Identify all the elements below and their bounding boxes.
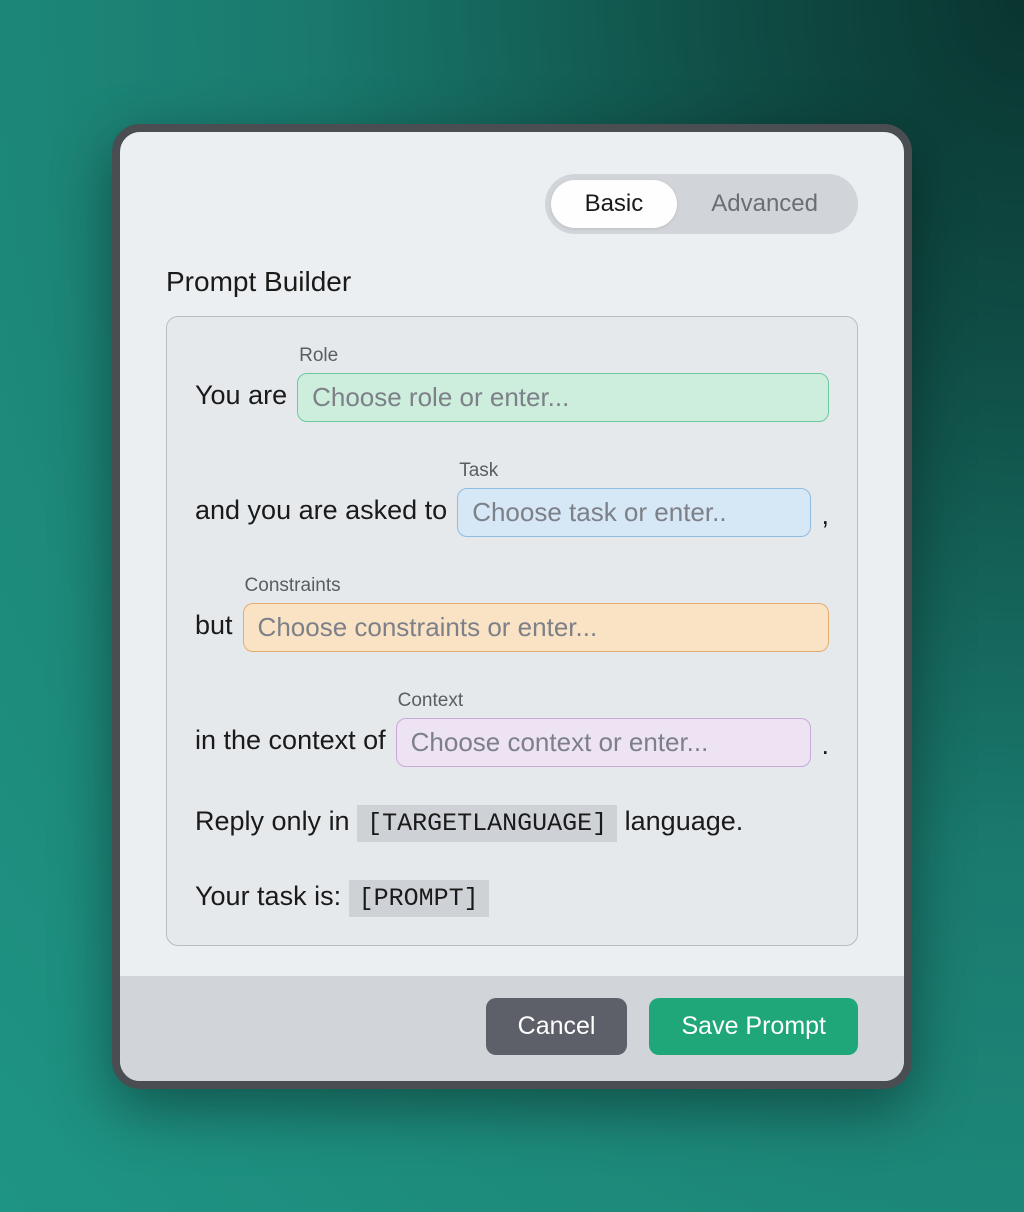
trail-task: , [821, 500, 829, 537]
field-wrap-role: Role [297, 345, 829, 422]
row-constraints: but Constraints [195, 575, 829, 652]
label-role: Role [297, 345, 829, 367]
label-constraints: Constraints [243, 575, 829, 597]
builder-box: You are Role and you are asked to Task ,… [166, 316, 858, 946]
tab-container: Basic Advanced [166, 174, 858, 234]
reply-pre: Reply only in [195, 806, 357, 836]
role-input[interactable] [297, 373, 829, 422]
row-task: and you are asked to Task , [195, 460, 829, 537]
trail-context: . [821, 730, 829, 767]
row-context: in the context of Context . [195, 690, 829, 767]
tab-group: Basic Advanced [545, 174, 858, 234]
lead-task: and you are asked to [195, 490, 447, 537]
prompt-builder-modal: Basic Advanced Prompt Builder You are Ro… [112, 124, 912, 1089]
label-context: Context [396, 690, 812, 712]
tab-basic[interactable]: Basic [551, 180, 678, 228]
field-wrap-context: Context [396, 690, 812, 767]
task-pre: Your task is: [195, 881, 349, 911]
label-task: Task [457, 460, 811, 482]
reply-post: language. [625, 806, 744, 836]
constraints-input[interactable] [243, 603, 829, 652]
context-input[interactable] [396, 718, 812, 767]
task-input[interactable] [457, 488, 811, 537]
row-reply-language: Reply only in [TARGETLANGUAGE] language. [195, 805, 829, 842]
save-prompt-button[interactable]: Save Prompt [649, 998, 858, 1055]
modal-body: Basic Advanced Prompt Builder You are Ro… [120, 132, 904, 976]
lead-role: You are [195, 375, 287, 422]
tab-advanced[interactable]: Advanced [677, 180, 852, 228]
target-language-token: [TARGETLANGUAGE] [357, 805, 617, 842]
modal-footer: Cancel Save Prompt [120, 976, 904, 1081]
row-task-token: Your task is: [PROMPT] [195, 880, 829, 917]
field-wrap-constraints: Constraints [243, 575, 829, 652]
cancel-button[interactable]: Cancel [486, 998, 628, 1055]
row-role: You are Role [195, 345, 829, 422]
field-wrap-task: Task [457, 460, 811, 537]
lead-constraints: but [195, 605, 233, 652]
prompt-token: [PROMPT] [349, 880, 489, 917]
page-title: Prompt Builder [166, 266, 858, 298]
lead-context: in the context of [195, 720, 386, 767]
